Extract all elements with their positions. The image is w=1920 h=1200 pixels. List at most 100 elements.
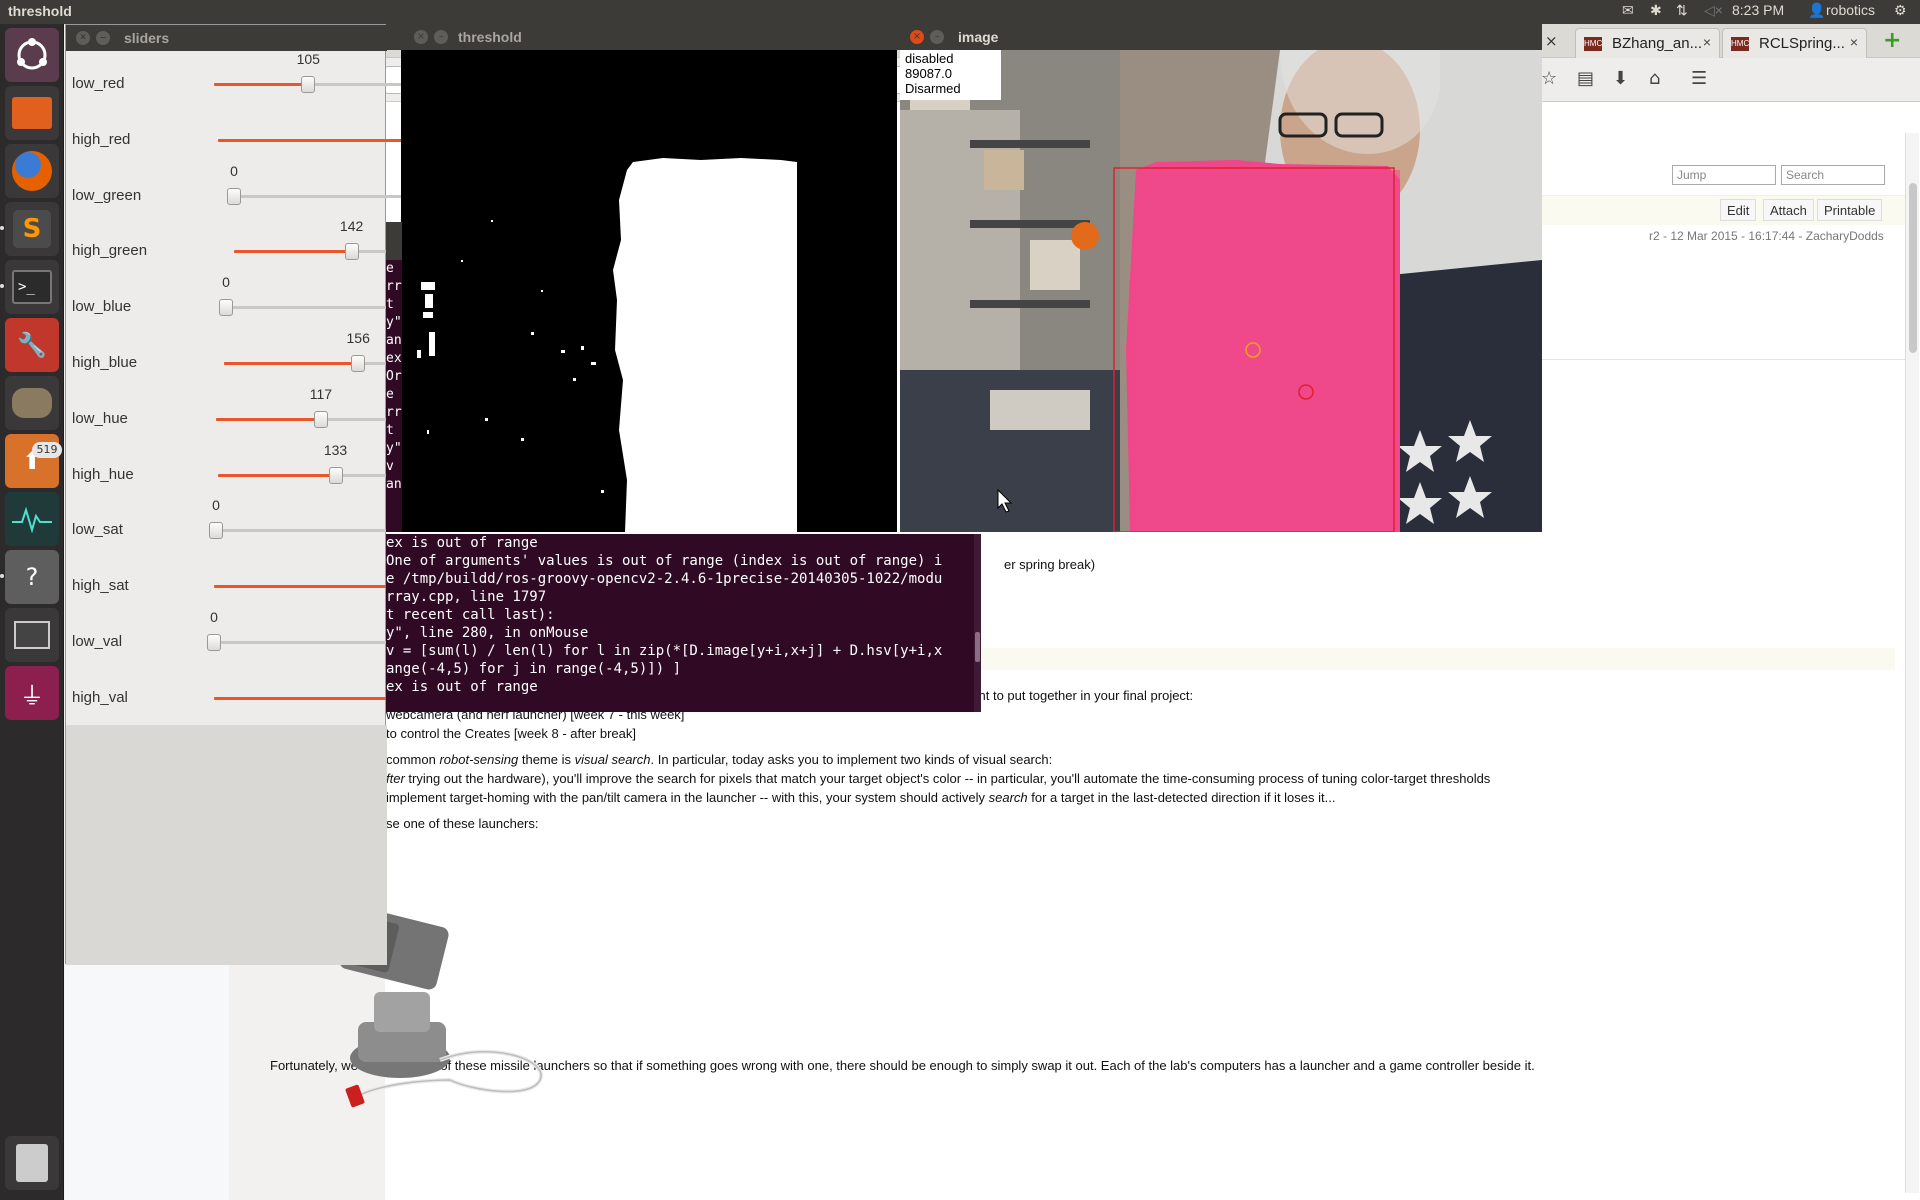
mail-icon[interactable]: ✉ [1622,2,1634,19]
slider-low-blue[interactable]: low_blue 0 [66,274,444,330]
reading-list-icon[interactable]: ▤ [1577,68,1594,89]
sliders-titlebar[interactable]: × – sliders [66,25,387,51]
paragraph: common robot-sensing theme is visual sea… [386,752,1053,767]
minimize-icon[interactable]: – [96,31,110,45]
clock[interactable]: 8:23 PM [1732,2,1784,18]
slider-value: 142 [339,218,364,235]
sublime-text-icon[interactable]: S [5,202,59,256]
update-badge: 519 [32,442,62,458]
trash-icon[interactable] [5,1136,59,1190]
slider-label: low_blue [72,298,132,316]
slider-low-sat[interactable]: low_sat 0 [66,497,444,553]
menu-icon[interactable]: ☰ [1691,68,1707,89]
search-input[interactable]: Search [1781,165,1885,185]
unity-launcher: S >_ 🔧 ⬆ 519 ? ⏚ [0,24,64,1200]
terminal-fragment: ex [386,351,402,366]
terminal-line: v = [sum(l) / len(l) for l in zip(*[D.im… [386,643,943,659]
usb-drive-icon[interactable]: ⏚ [5,666,59,720]
slider-handle[interactable] [344,243,359,261]
terminal-fragment: an [386,333,402,348]
tab-rclspring[interactable]: HMC RCLSpring... × [1722,28,1867,58]
close-icon[interactable]: × [76,31,90,45]
slider-value: 133 [323,441,348,458]
terminal-line: ex is out of range [386,535,538,551]
terminal-fragment: y" [386,441,402,456]
minimize-icon[interactable]: – [930,30,944,44]
system-monitor-icon[interactable] [5,492,59,546]
new-tab-icon[interactable]: + [1883,28,1901,53]
gimp-icon[interactable] [5,376,59,430]
user-name[interactable]: robotics [1826,2,1875,18]
edit-button[interactable]: Edit [1720,199,1757,221]
gear-icon[interactable]: ⚙ [1894,2,1907,19]
slider-high-red[interactable]: high_red255 [66,107,456,163]
slider-value: 0 [210,609,218,625]
bookmark-star-icon[interactable]: ☆ [1541,68,1557,89]
printable-button[interactable]: Printable [1817,199,1883,221]
slider-handle[interactable] [301,76,316,93]
terminal-fragment: e [386,261,394,276]
revision-info: r2 - 12 Mar 2015 - 16:17:44 - ZacharyDod… [1649,229,1884,243]
volume-icon[interactable]: ◁× [1704,2,1723,19]
slider-high-green[interactable]: high_green 142 [66,218,444,274]
camera-feed-image[interactable]: disabled 89087.0 Disarmed [900,50,1542,532]
image-titlebar[interactable]: × – image [900,24,1542,50]
slider-handle[interactable] [209,522,223,540]
slider-label: low_red [72,75,125,92]
tab-close-icon[interactable]: × [1545,32,1558,50]
downloads-icon[interactable]: ⬇ [1613,68,1628,89]
slider-handle[interactable] [313,410,328,428]
slider-low-green[interactable]: low_green 0 [66,163,444,219]
terminal-window[interactable]: ex is out of range One of arguments' valu… [386,534,981,712]
slider-value: 156 [346,330,370,346]
home-icon[interactable]: ⌂ [1649,68,1660,89]
files-icon[interactable] [5,86,59,140]
slider-label: low_hue [72,409,128,427]
slider-high-sat[interactable]: high_sat255 [66,553,456,609]
status-overlay: disabled 89087.0 Disarmed [900,50,1001,100]
attach-button[interactable]: Attach [1763,199,1814,221]
wiki-sidebar [65,942,229,1200]
slider-label: low_val [72,633,123,650]
slider-handle[interactable] [207,634,221,651]
area-value: 89087.0 [905,66,952,81]
system-settings-icon[interactable]: 🔧 [5,318,59,372]
tab-close-icon[interactable]: × [1850,34,1858,50]
help-icon[interactable]: ? [5,550,59,604]
tab-close-icon[interactable]: × [1703,34,1711,50]
threshold-mask-image[interactable] [401,50,897,532]
slider-high-val[interactable]: high_val255 [66,665,456,721]
terminal-fragment: e [386,387,394,402]
user-icon[interactable]: 👤 [1808,2,1825,19]
tab-bzhang[interactable]: HMC BZhang_an... × [1575,28,1720,58]
network-icon[interactable]: ⇅ [1676,2,1688,19]
slider-label: low_green [72,186,142,204]
dash-home-icon[interactable] [5,28,59,82]
scrollbar[interactable] [1905,133,1919,1193]
slider-handle[interactable] [227,187,241,205]
top-panel: threshold ✉ ✱ ⇅ ◁× 8:23 PM 👤 robotics ⚙ [0,0,1920,24]
terminal-scrollbar[interactable] [974,534,981,712]
slider-high-blue[interactable]: high_blue 156 [66,330,444,386]
minimize-icon[interactable]: – [434,30,448,44]
slider-handle[interactable] [328,466,343,484]
close-icon[interactable]: × [910,30,924,44]
slider-low-red[interactable]: low_red 105 [66,51,444,107]
slider-label: high_sat [72,577,129,595]
slider-label: high_red [72,130,131,148]
threshold-titlebar[interactable]: × – threshold [386,24,906,50]
list-item: implement target-homing with the pan/til… [386,790,1336,805]
jump-input[interactable]: Jump [1672,165,1776,185]
firefox-icon[interactable] [5,144,59,198]
slider-high-hue[interactable]: high_hue 133 [66,441,444,498]
terminal-line: One of arguments' values is out of range… [386,553,943,569]
slider-low-val[interactable]: low_val 0 [66,609,444,665]
slider-handle[interactable] [351,355,366,372]
bluetooth-icon[interactable]: ✱ [1650,2,1662,19]
slider-handle[interactable] [219,299,233,317]
terminal-icon[interactable]: >_ [5,260,59,314]
close-icon[interactable]: × [414,30,428,44]
terminal-line: ex is out of range [386,679,538,695]
workspace-switcher-icon[interactable] [5,608,59,662]
slider-low-hue[interactable]: low_hue 117 [66,386,444,442]
